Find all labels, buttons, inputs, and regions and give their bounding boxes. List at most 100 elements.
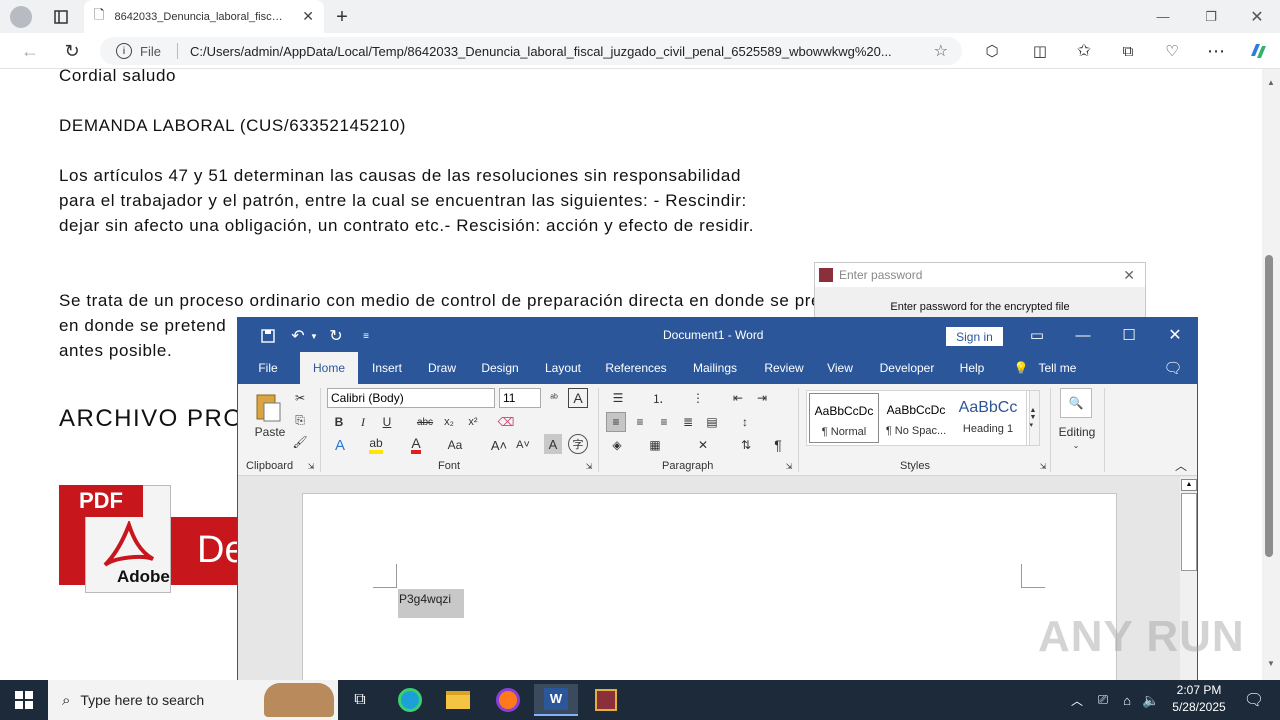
font-name-select[interactable]: Calibri (Body)	[327, 388, 495, 408]
tell-me-search[interactable]: 💡 Tell me	[1010, 352, 1080, 384]
notifications-icon[interactable]: 🗨	[1234, 684, 1274, 716]
more-menu-icon[interactable]: ⋯	[1204, 39, 1228, 63]
multilevel-list-icon[interactable]: ⋮	[686, 388, 710, 408]
pdf-download-banner[interactable]: PDF Adobe De	[59, 481, 249, 593]
volume-icon[interactable]: 🔈	[1140, 684, 1162, 716]
browser-tab[interactable]: 🗋 8642033_Denuncia_laboral_fiscal_ ✕	[84, 0, 324, 33]
scroll-down-icon[interactable]: ▼	[1264, 657, 1278, 669]
tab-file[interactable]: File	[248, 352, 288, 384]
style-no-spacing[interactable]: AaBbCcDc ¶ No Spac...	[881, 393, 951, 443]
style-normal[interactable]: AaBbCcDc ¶ Normal	[809, 393, 879, 443]
extensions-icon[interactable]: ⬡	[980, 39, 1004, 63]
firefox-icon[interactable]	[486, 684, 530, 716]
style-heading-1[interactable]: AaBbCc Heading 1	[953, 393, 1023, 443]
customize-toolbar-icon[interactable]: ≡	[356, 326, 376, 346]
shrink-font-icon[interactable]: A˅	[514, 434, 532, 456]
tab-references[interactable]: References	[600, 352, 672, 384]
eraser-icon[interactable]: ⌫	[496, 412, 516, 432]
increase-indent-icon[interactable]: ⇥	[752, 388, 772, 408]
browser-essentials-icon[interactable]: ♡	[1160, 39, 1184, 63]
bold-icon[interactable]: B	[330, 412, 348, 432]
show-hidden-icons-icon[interactable]: ︿	[1066, 684, 1088, 716]
tab-actions-icon[interactable]	[50, 6, 72, 28]
align-center-icon[interactable]: ≡	[630, 412, 650, 432]
tab-design[interactable]: Design	[474, 352, 526, 384]
start-windows-icon[interactable]	[2, 684, 46, 716]
paragraph-launcher-icon[interactable]: ⇲	[784, 460, 794, 472]
character-shading-icon[interactable]: A	[544, 434, 562, 454]
network-icon[interactable]: ⌂	[1116, 684, 1138, 716]
font-color-icon[interactable]: A	[406, 434, 426, 456]
task-view-icon[interactable]: ⧉	[338, 684, 382, 716]
tab-draw[interactable]: Draw	[420, 352, 464, 384]
tab-home[interactable]: Home	[300, 352, 358, 384]
decrease-indent-icon[interactable]: ⇤	[728, 388, 748, 408]
tab-view[interactable]: View	[820, 352, 860, 384]
refresh-icon[interactable]: ↻	[60, 39, 84, 63]
undo-icon[interactable]: ↶	[288, 326, 308, 346]
edge-browser-icon[interactable]	[388, 684, 432, 716]
paste-label[interactable]: Paste	[254, 424, 286, 440]
dialog-close-icon[interactable]: ✕	[1123, 267, 1135, 284]
paste-button[interactable]	[252, 390, 284, 424]
numbering-icon[interactable]: ⒈	[646, 388, 670, 408]
taskbar-clock[interactable]: 2:07 PM 5/28/2025	[1168, 682, 1230, 716]
file-explorer-icon[interactable]	[436, 684, 480, 716]
copy-icon[interactable]: ⎘	[290, 410, 310, 430]
borders-icon[interactable]: ▦	[644, 434, 666, 456]
restore-icon[interactable]: ❐	[1188, 0, 1234, 33]
align-left-icon[interactable]: ≡	[606, 412, 626, 432]
word-close-icon[interactable]: ✕	[1164, 325, 1186, 345]
superscript-icon[interactable]: x²	[464, 412, 482, 432]
save-icon[interactable]	[258, 326, 278, 346]
address-bar[interactable]: i File C:/Users/admin/AppData/Local/Temp…	[100, 37, 962, 65]
minimize-icon[interactable]: —	[1140, 0, 1186, 33]
grow-font-icon[interactable]: A˄	[490, 434, 508, 456]
styles-launcher-icon[interactable]: ⇲	[1038, 460, 1048, 472]
back-icon[interactable]: ←	[18, 39, 42, 63]
line-spacing-icon[interactable]: ↕	[734, 412, 756, 432]
undo-dropdown-icon[interactable]: ▼	[308, 326, 320, 346]
comments-icon[interactable]: 🗨	[1158, 352, 1188, 384]
find-search-icon[interactable]: 🔍	[1060, 388, 1092, 418]
cut-icon[interactable]: ✂	[290, 388, 310, 408]
tab-developer[interactable]: Developer	[870, 352, 944, 384]
text-effects-icon[interactable]: A	[330, 434, 350, 456]
show-formatting-marks-icon[interactable]: ¶	[768, 434, 788, 456]
tab-layout[interactable]: Layout	[536, 352, 590, 384]
tab-mailings[interactable]: Mailings	[682, 352, 748, 384]
tab-insert[interactable]: Insert	[364, 352, 410, 384]
redo-icon[interactable]: ↻	[326, 326, 346, 346]
editing-button[interactable]: Editing	[1052, 424, 1102, 440]
ribbon-display-options-icon[interactable]: ▭	[1026, 325, 1048, 345]
word-maximize-icon[interactable]: ☐	[1118, 325, 1140, 345]
collapse-ribbon-icon[interactable]: ︿	[1172, 458, 1190, 473]
styles-scroll-icon[interactable]: ▲ ▼ ▾	[1026, 390, 1040, 446]
subscript-icon[interactable]: x₂	[440, 412, 458, 432]
editing-dropdown-icon[interactable]: ⌄	[1070, 440, 1082, 450]
word-minimize-icon[interactable]: —	[1072, 325, 1094, 345]
address-url[interactable]: C:/Users/admin/AppData/Local/Temp/864203…	[190, 44, 930, 59]
change-case-aa-icon[interactable]: Aa	[444, 434, 466, 456]
enclose-characters-icon[interactable]: 字	[568, 434, 588, 454]
strikethrough-icon[interactable]: abc	[414, 412, 436, 432]
selected-document-text[interactable]: P3g4wqzi	[398, 589, 464, 618]
font-launcher-icon[interactable]: ⇲	[584, 460, 594, 472]
close-window-icon[interactable]: ✕	[1234, 0, 1280, 33]
copilot-icon[interactable]	[1246, 39, 1270, 63]
winrar-taskbar-icon[interactable]	[584, 684, 628, 716]
italic-icon[interactable]: I	[354, 412, 372, 432]
change-case-icon[interactable]: ᵃᵇ	[544, 388, 564, 408]
taskbar-search[interactable]: ⌕ Type here to search	[48, 680, 338, 720]
page-scrollbar-thumb[interactable]	[1265, 255, 1273, 557]
new-tab-icon[interactable]: +	[330, 5, 354, 29]
clipboard-launcher-icon[interactable]: ⇲	[306, 460, 316, 472]
collections-icon[interactable]: ⧉	[1116, 39, 1140, 63]
favorite-star-icon[interactable]: ☆	[934, 41, 948, 61]
justify-icon[interactable]: ≣	[678, 412, 698, 432]
sign-in-button[interactable]: Sign in	[946, 327, 1003, 346]
scroll-up-icon[interactable]: ▲	[1264, 76, 1278, 88]
word-scroll-thumb[interactable]	[1181, 493, 1197, 571]
asian-layout-icon[interactable]: ✕	[692, 434, 714, 456]
format-painter-icon[interactable]: 🖌	[290, 432, 310, 452]
